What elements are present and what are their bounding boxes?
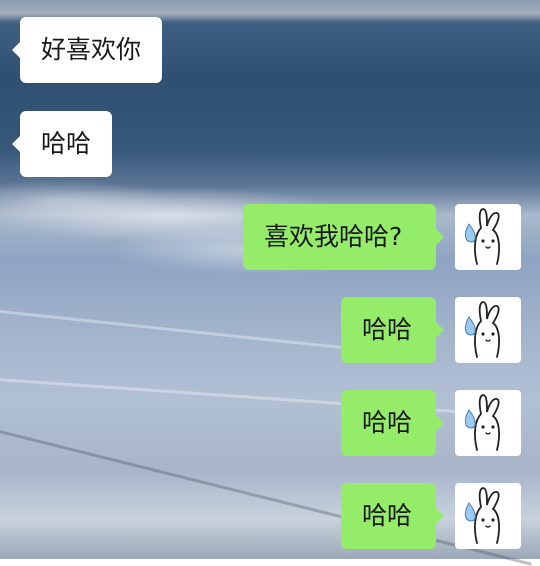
message-text: 喜欢我哈哈? xyxy=(264,222,403,251)
message-row: 哈哈 xyxy=(0,111,540,177)
message-text: 哈哈 xyxy=(362,315,413,344)
message-row: 哈哈 xyxy=(0,483,540,549)
bunny-sweat-avatar-icon[interactable] xyxy=(455,390,521,456)
bunny-sweat-avatar-icon[interactable] xyxy=(455,483,521,549)
incoming-message-bubble[interactable]: 好喜欢你 xyxy=(11,17,163,83)
message-row: 哈哈 xyxy=(0,390,540,456)
message-text: 哈哈 xyxy=(362,501,413,530)
outgoing-message-bubble[interactable]: 喜欢我哈哈? xyxy=(243,204,444,270)
message-text: 哈哈 xyxy=(41,129,92,158)
outgoing-message-bubble[interactable]: 哈哈 xyxy=(341,483,444,549)
message-row: 喜欢我哈哈? xyxy=(0,204,540,270)
outgoing-message-bubble[interactable]: 哈哈 xyxy=(341,390,444,456)
outgoing-message-bubble[interactable]: 哈哈 xyxy=(341,297,444,363)
bunny-sweat-avatar-icon[interactable] xyxy=(455,297,521,363)
message-row: 好喜欢你 xyxy=(0,17,540,83)
message-row: 哈哈 xyxy=(0,297,540,363)
chat-background xyxy=(0,0,540,559)
message-text: 好喜欢你 xyxy=(41,35,142,64)
message-text: 哈哈 xyxy=(362,408,413,437)
bunny-sweat-avatar-icon[interactable] xyxy=(455,204,521,270)
incoming-message-bubble[interactable]: 哈哈 xyxy=(11,111,113,177)
